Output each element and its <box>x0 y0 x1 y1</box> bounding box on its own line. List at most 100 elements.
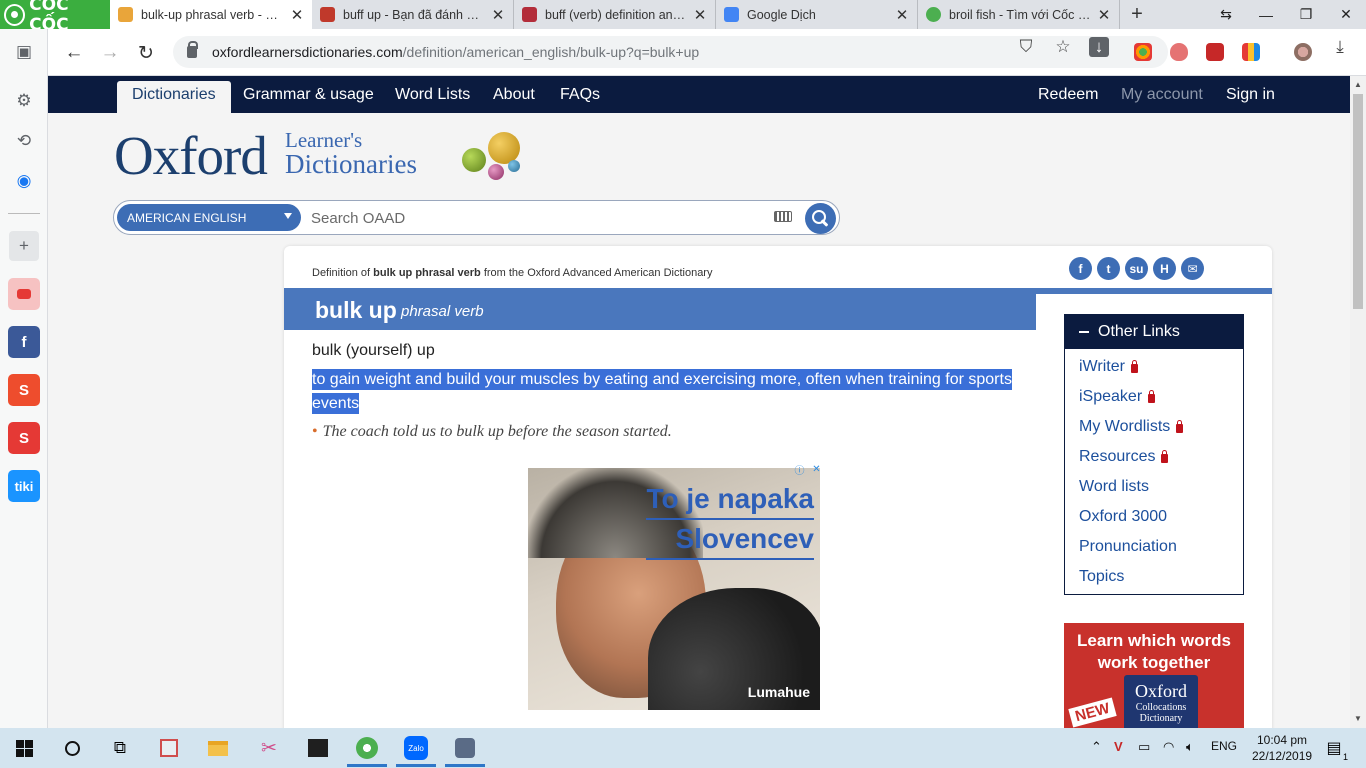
twitter-share-icon[interactable]: t <box>1097 257 1120 280</box>
shopee-app-icon[interactable]: S <box>8 374 40 406</box>
minimize-button[interactable]: — <box>1246 0 1286 29</box>
back-button[interactable]: ← <box>62 41 86 65</box>
link-ispeaker[interactable]: iSpeaker <box>1079 388 1156 406</box>
scroll-thumb[interactable] <box>1353 94 1363 309</box>
running-indicator <box>347 764 387 767</box>
crumb-prefix: Definition of <box>312 267 371 279</box>
youtube-app-icon[interactable] <box>8 278 40 310</box>
tab-close-icon[interactable]: ✕ <box>491 6 505 24</box>
keyboard-icon[interactable] <box>774 211 792 222</box>
email-share-icon[interactable]: ✉ <box>1181 257 1204 280</box>
scroll-up-icon[interactable]: ▲ <box>1354 80 1362 89</box>
stumbleupon-share-icon[interactable]: su <box>1125 257 1148 280</box>
other-links-header[interactable]: Other Links <box>1065 315 1243 349</box>
tab-close-icon[interactable]: ✕ <box>895 6 909 24</box>
google-translate-favicon-icon <box>724 7 739 22</box>
collocations-promo[interactable]: Learn which words work together Oxford C… <box>1064 623 1244 728</box>
settings-gear-icon[interactable]: ⚙ <box>9 86 39 116</box>
windows-start-icon[interactable] <box>12 736 36 760</box>
add-app-icon[interactable]: + <box>9 231 39 261</box>
downloads-icon[interactable]: ⤓ <box>1330 37 1350 57</box>
ad-close-icon[interactable]: ✕ <box>810 463 823 476</box>
ad-info-icon[interactable]: ⓘ <box>793 463 806 477</box>
terminal-app-icon[interactable] <box>306 736 330 760</box>
zalo-icon[interactable]: Zalo <box>404 736 428 760</box>
link-oxford-3000[interactable]: Oxford 3000 <box>1079 508 1167 526</box>
sendo-app-icon[interactable]: S <box>8 422 40 454</box>
forward-button[interactable]: → <box>98 41 122 65</box>
hatena-share-icon[interactable]: H <box>1153 257 1176 280</box>
download-page-icon[interactable]: ↓ <box>1089 37 1109 57</box>
close-window-button[interactable]: ✕ <box>1326 0 1366 29</box>
wifi-icon[interactable]: ◠ <box>1163 739 1174 755</box>
dictionary-select[interactable]: AMERICAN ENGLISH <box>117 204 301 231</box>
nav-grammar-usage[interactable]: Grammar & usage <box>243 86 374 104</box>
bookmark-star-icon[interactable]: ☆ <box>1053 37 1073 57</box>
unikey-tray-icon[interactable]: V <box>1114 739 1123 754</box>
browser-brand[interactable]: CỐC CỐC <box>0 0 110 35</box>
history-icon[interactable]: ⟲ <box>9 126 39 156</box>
nav-word-lists[interactable]: Word Lists <box>395 86 470 104</box>
profile-avatar[interactable] <box>1294 43 1312 61</box>
link-my-wordlists[interactable]: My Wordlists <box>1079 418 1184 436</box>
link-label: Topics <box>1079 568 1125 585</box>
facebook-app-icon[interactable]: f <box>8 326 40 358</box>
new-tab-button[interactable]: + <box>1120 0 1154 29</box>
tab-broil-fish[interactable]: broil fish - Tìm với Cốc Cốc ✕ <box>918 0 1120 29</box>
link-word-lists[interactable]: Word lists <box>1079 478 1149 496</box>
advertisement[interactable]: To je napaka Slovencev Lumahue <box>528 468 820 710</box>
tab-buff-verb[interactable]: buff (verb) definition and sy ✕ <box>514 0 716 29</box>
tab-close-icon[interactable]: ✕ <box>290 6 304 24</box>
extension-red-icon[interactable] <box>1206 43 1224 61</box>
tab-close-icon[interactable]: ✕ <box>693 6 707 24</box>
pinned-app-icon[interactable] <box>453 736 477 760</box>
nav-sign-in[interactable]: Sign in <box>1226 86 1275 104</box>
nav-redeem[interactable]: Redeem <box>1038 86 1098 104</box>
tab-title: buff up - Bạn đã đánh vần c <box>343 7 485 22</box>
nav-dictionaries[interactable]: Dictionaries <box>117 81 231 113</box>
facebook-share-icon[interactable]: f <box>1069 257 1092 280</box>
link-iwriter[interactable]: iWriter <box>1079 358 1138 376</box>
link-topics[interactable]: Topics <box>1079 568 1124 586</box>
search-input[interactable]: Search OAAD <box>311 210 405 227</box>
scroll-down-icon[interactable]: ▼ <box>1354 714 1362 723</box>
paint-app-icon[interactable] <box>157 736 181 760</box>
tiki-app-icon[interactable]: tiki <box>8 470 40 502</box>
link-resources[interactable]: Resources <box>1079 448 1169 466</box>
reload-button[interactable]: ↻ <box>134 41 158 65</box>
link-label: iSpeaker <box>1079 388 1143 405</box>
sidebar-toggle-icon[interactable]: ▣ <box>9 37 39 67</box>
cambridge-favicon-icon <box>320 7 335 22</box>
battery-icon[interactable]: ▭ <box>1138 739 1150 755</box>
extension-icon[interactable] <box>1134 43 1152 61</box>
page-scrollbar[interactable]: ▲ ▼ <box>1350 76 1366 728</box>
tab-search-icon[interactable]: ⇆ <box>1206 0 1246 29</box>
shield-icon[interactable]: ⛉ <box>1016 37 1036 57</box>
file-explorer-icon[interactable] <box>206 736 230 760</box>
tab-close-icon[interactable]: ✕ <box>1097 6 1111 24</box>
tray-chevron-up-icon[interactable]: ⌃ <box>1091 739 1102 755</box>
language-indicator[interactable]: ENG <box>1211 739 1237 753</box>
snipping-tool-icon[interactable]: ✂ <box>257 736 281 760</box>
nav-faqs[interactable]: FAQs <box>560 86 600 104</box>
link-pronunciation[interactable]: Pronunciation <box>1079 538 1177 556</box>
windows-taskbar: ⧉ ✂ Zalo ⌃ V ▭ ◠ 🔈︎ ENG 10:04 pm 22/12/2… <box>0 728 1366 768</box>
adblock-icon[interactable] <box>1170 43 1188 61</box>
messenger-icon[interactable]: ◉ <box>9 166 39 196</box>
search-button[interactable] <box>805 203 836 234</box>
nav-about[interactable]: About <box>493 86 535 104</box>
task-view-icon[interactable]: ⧉ <box>108 736 132 760</box>
crumb-suffix: from the Oxford Advanced American Dictio… <box>483 267 713 279</box>
notification-center-icon[interactable]: ▤ 1 <box>1322 736 1348 762</box>
coccoc-taskbar-icon[interactable] <box>355 736 379 760</box>
volume-icon[interactable]: 🔈︎ <box>1186 739 1194 755</box>
cortana-search-icon[interactable] <box>60 736 84 760</box>
lock-icon[interactable] <box>187 41 198 58</box>
tab-buff-up[interactable]: buff up - Bạn đã đánh vần c ✕ <box>312 0 514 29</box>
clock[interactable]: 10:04 pm 22/12/2019 <box>1252 732 1312 764</box>
tab-bulk-up[interactable]: bulk-up phrasal verb - Defir ✕ <box>110 0 312 29</box>
tab-google-translate[interactable]: Google Dịch ✕ <box>716 0 918 29</box>
extension-colorful-icon[interactable] <box>1242 43 1260 61</box>
restore-button[interactable]: ❐ <box>1286 0 1326 29</box>
nav-my-account[interactable]: My account <box>1121 86 1203 104</box>
